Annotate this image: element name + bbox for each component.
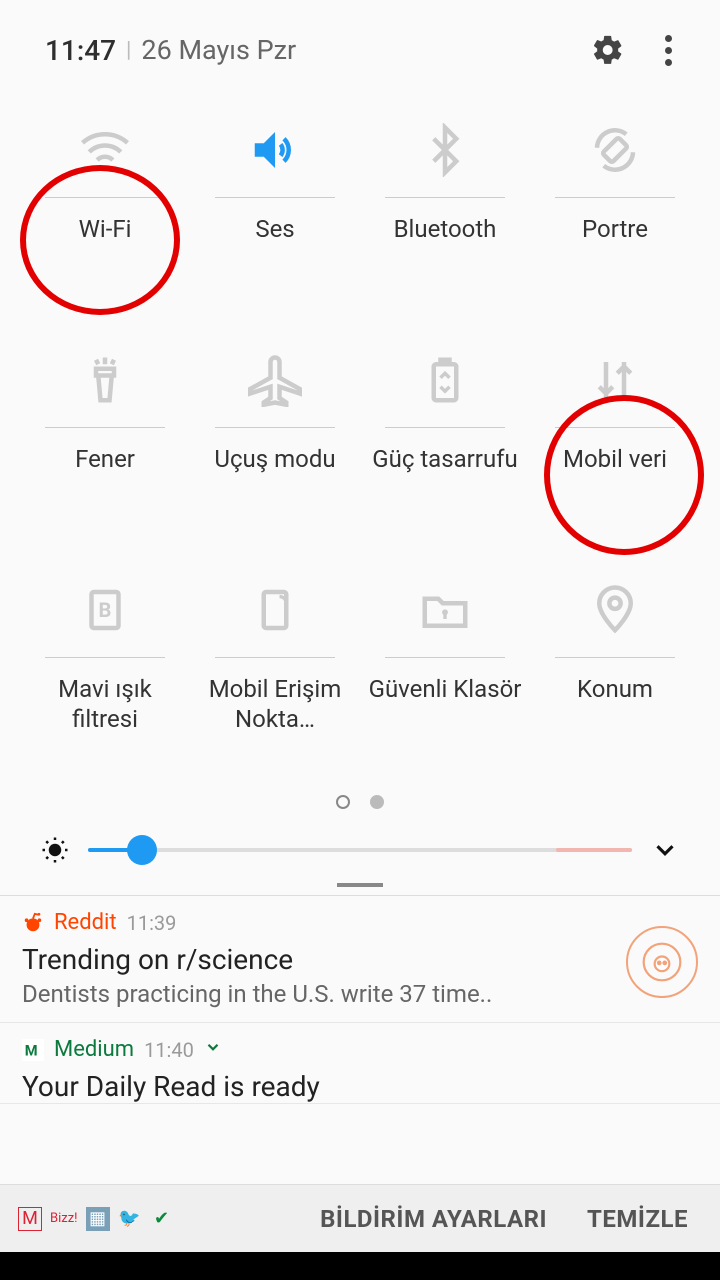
qs-tile-bluelight[interactable]: B Mavi ışık filtresi: [20, 555, 190, 785]
more-options-icon[interactable]: [648, 30, 688, 70]
clock-time: 11:47: [45, 34, 116, 67]
notification-time: 11:40: [144, 1038, 194, 1062]
notification-title: Your Daily Read is ready: [22, 1070, 698, 1103]
qs-label: Güç tasarrufu: [366, 444, 524, 504]
status-header: 11:47 | 26 Mayıs Pzr: [0, 0, 720, 80]
brightness-thumb[interactable]: [127, 835, 157, 865]
reddit-icon: [22, 912, 44, 934]
qs-label: Wi-Fi: [73, 214, 138, 274]
qs-label: Portre: [576, 214, 654, 274]
qs-tile-wifi[interactable]: Wi-Fi: [20, 95, 190, 325]
notification-body: Dentists practicing in the U.S. write 37…: [22, 980, 698, 1008]
notification-settings-button[interactable]: BİLDİRİM AYARLARI: [306, 1205, 561, 1233]
qs-label: Ses: [249, 214, 300, 274]
header-separator: |: [116, 38, 141, 63]
battery-recycle-icon: [418, 353, 472, 407]
notification-thumbnail: [626, 926, 698, 998]
qs-tile-hotspot[interactable]: Mobil Erişim Nokta…: [190, 555, 360, 785]
gallery-icon: ▦: [86, 1207, 110, 1231]
notification-footer: M Bizz! ▦ 🐦 ✔ BİLDİRİM AYARLARI TEMİZLE: [0, 1184, 720, 1252]
quick-settings-panel: Wi-Fi Ses Bluetooth Portre Fener Uçuş mo…: [0, 80, 720, 785]
qs-label: Konum: [571, 674, 659, 734]
qs-tile-securefolder[interactable]: Güvenli Klasör: [360, 555, 530, 785]
notification-list: Reddit 11:39 Trending on r/science Denti…: [0, 895, 720, 1104]
qs-tile-powersave[interactable]: Güç tasarrufu: [360, 325, 530, 555]
expand-chevron-icon[interactable]: [204, 1037, 222, 1062]
sound-icon: [248, 123, 302, 177]
rotate-icon: [588, 123, 642, 177]
page-dot-2: [370, 795, 384, 809]
qs-tile-sound[interactable]: Ses: [190, 95, 360, 325]
svg-text:B: B: [99, 598, 112, 622]
twitter-icon: 🐦: [118, 1207, 142, 1231]
bluelight-icon: B: [78, 583, 132, 637]
notification-title: Trending on r/science: [22, 943, 698, 976]
notification-medium[interactable]: M Medium 11:40 Your Daily Read is ready: [0, 1023, 720, 1104]
notification-app-name: Medium: [54, 1037, 134, 1062]
qs-label: Güvenli Klasör: [363, 674, 528, 734]
expand-brightness-icon[interactable]: [650, 835, 680, 865]
mobile-data-icon: [588, 353, 642, 407]
qs-tile-bluetooth[interactable]: Bluetooth: [360, 95, 530, 325]
location-icon: [588, 583, 642, 637]
panel-drag-handle[interactable]: [337, 883, 383, 887]
page-indicator[interactable]: [0, 785, 720, 827]
settings-gear-icon[interactable]: [588, 30, 628, 70]
notification-app-name: Reddit: [54, 910, 117, 935]
svg-text:M: M: [25, 1041, 38, 1059]
qs-label: Mavi ışık filtresi: [20, 674, 190, 734]
flashlight-icon: [78, 353, 132, 407]
bizz-label: Bizz!: [50, 1207, 78, 1231]
qs-tile-airplane[interactable]: Uçuş modu: [190, 325, 360, 555]
brightness-slider[interactable]: [88, 848, 632, 852]
bluetooth-icon: [418, 123, 472, 177]
notification-reddit[interactable]: Reddit 11:39 Trending on r/science Denti…: [0, 896, 720, 1023]
notification-time: 11:39: [127, 911, 177, 935]
medium-icon: M: [22, 1039, 44, 1061]
hotspot-icon: [248, 583, 302, 637]
clock-date: 26 Mayıs Pzr: [141, 34, 296, 66]
qs-tile-rotate[interactable]: Portre: [530, 95, 700, 325]
qs-label: Mobil Erişim Nokta…: [190, 674, 360, 734]
qs-label: Fener: [69, 444, 141, 504]
check-icon: ✔: [150, 1207, 174, 1231]
qs-label: Uçuş modu: [208, 444, 341, 504]
page-dot-1: [336, 795, 350, 809]
qs-tile-torch[interactable]: Fener: [20, 325, 190, 555]
brightness-row: [0, 827, 720, 883]
qs-label: Bluetooth: [388, 214, 503, 274]
android-navbar: [0, 1252, 720, 1280]
clear-all-button[interactable]: TEMİZLE: [573, 1205, 702, 1233]
brightness-icon: [40, 835, 70, 865]
wifi-icon: [78, 123, 132, 177]
pending-app-icons[interactable]: M Bizz! ▦ 🐦 ✔: [18, 1207, 174, 1231]
qs-tile-mobiledata[interactable]: Mobil veri: [530, 325, 700, 555]
qs-tile-location[interactable]: Konum: [530, 555, 700, 785]
airplane-icon: [248, 353, 302, 407]
secure-folder-icon: [418, 583, 472, 637]
gmail-icon: M: [18, 1207, 42, 1231]
qs-label: Mobil veri: [557, 444, 673, 504]
